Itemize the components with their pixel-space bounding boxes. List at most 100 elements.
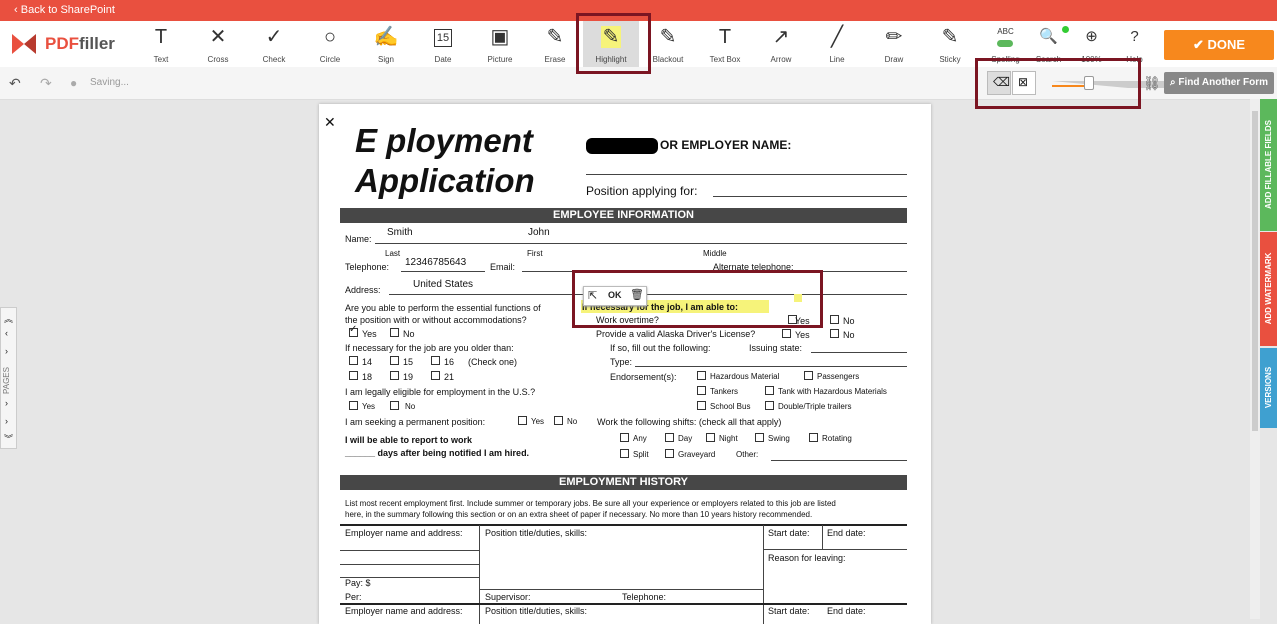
tool-text[interactable]: T Text xyxy=(133,21,189,67)
age-21-checkbox[interactable] xyxy=(431,371,440,380)
tank-hazmat-checkbox[interactable] xyxy=(765,386,774,395)
end-date-label: End date: xyxy=(827,528,866,538)
telephone-field[interactable]: 12346785643 xyxy=(405,257,466,268)
toggle-switch[interactable] xyxy=(997,40,1013,47)
chevron-right-icon[interactable]: › xyxy=(5,346,8,356)
chevron-left-icon: ‹ xyxy=(14,4,21,16)
shift-night-label: Night xyxy=(719,434,738,443)
redo-icon[interactable]: ↷ xyxy=(40,75,52,92)
vertical-scrollbar[interactable] xyxy=(1250,99,1260,619)
textbox-icon: T xyxy=(718,26,732,48)
age-19-label: 19 xyxy=(403,372,414,382)
license-yes-checkbox[interactable] xyxy=(782,329,791,338)
chevron-up-icon[interactable]: ‹ xyxy=(5,328,8,338)
last-name-field[interactable]: Smith xyxy=(387,227,413,238)
position-title-label: Position title/duties, skills: xyxy=(485,528,588,538)
shift-rotating-checkbox[interactable] xyxy=(809,433,818,442)
eligible-yes-checkbox[interactable] xyxy=(349,401,358,410)
essential-no-checkbox[interactable] xyxy=(390,328,399,337)
double-triple-checkbox[interactable] xyxy=(765,401,774,410)
tool-label: Date xyxy=(434,55,452,64)
draw-icon: ✏ xyxy=(885,26,903,48)
permanent-yes-checkbox[interactable] xyxy=(518,416,527,425)
passengers-checkbox[interactable] xyxy=(804,371,813,380)
pay-label: Pay: $ xyxy=(345,578,371,588)
back-to-sharepoint-link[interactable]: ‹ Back to SharePoint xyxy=(14,4,115,16)
logo-filler: filler xyxy=(79,34,115,53)
tool-cross[interactable]: ✕ Cross xyxy=(190,21,246,67)
address-field[interactable]: United States xyxy=(413,279,473,290)
pdffiller-logo[interactable]: PDFfiller xyxy=(12,32,122,58)
chevron-down-icon[interactable]: › xyxy=(5,416,8,426)
yes-label: Yes xyxy=(795,330,810,340)
link-icon[interactable]: ⛓ xyxy=(1143,75,1161,92)
tool-line[interactable]: ╱ Line xyxy=(809,21,865,67)
close-icon[interactable]: ✕ xyxy=(324,114,336,131)
start-date-label: Start date: xyxy=(768,528,810,538)
school-bus-checkbox[interactable] xyxy=(697,401,706,410)
tool-arrow[interactable]: ↗ Arrow xyxy=(753,21,809,67)
tool-label: Check xyxy=(262,55,286,64)
chevron-right-icon[interactable]: › xyxy=(5,398,8,408)
tool-picture[interactable]: ▣ Picture xyxy=(472,21,528,67)
supervisor-label: Supervisor: xyxy=(485,592,531,602)
tool-label: Text xyxy=(153,55,169,64)
shift-night-checkbox[interactable] xyxy=(706,433,715,442)
tankers-checkbox[interactable] xyxy=(697,386,706,395)
tool-check[interactable]: ✓ Check xyxy=(246,21,302,67)
tool-erase[interactable]: ✎ Erase xyxy=(527,21,583,67)
double-chevron-up-icon[interactable]: ︽ xyxy=(4,312,13,325)
age-19-checkbox[interactable] xyxy=(390,371,399,380)
zoom-icon: ⊕ xyxy=(1085,28,1098,45)
age-18-checkbox[interactable] xyxy=(349,371,358,380)
overtime-no-checkbox[interactable] xyxy=(830,315,839,324)
side-tab-add-fillable-fields[interactable]: ADD FILLABLE FIELDS xyxy=(1260,99,1277,231)
double-chevron-down-icon[interactable]: ︾ xyxy=(4,432,13,445)
age-15-checkbox[interactable] xyxy=(390,356,399,365)
age-14-checkbox[interactable] xyxy=(349,356,358,365)
blackout-annotation[interactable] xyxy=(586,138,658,154)
no-label: No xyxy=(405,402,416,411)
employer-name-label: OR EMPLOYER NAME: xyxy=(660,138,792,152)
middle-caption: Middle xyxy=(703,249,727,258)
permanent-no-checkbox[interactable] xyxy=(554,416,563,425)
shift-graveyard-checkbox[interactable] xyxy=(665,449,674,458)
essential-yes-checkbox[interactable]: ✓ xyxy=(349,324,358,337)
age-16-checkbox[interactable] xyxy=(431,356,440,365)
picture-icon: ▣ xyxy=(490,26,510,48)
no-label: No xyxy=(567,417,578,426)
hazmat-label: Hazardous Material xyxy=(710,372,780,381)
erase-icon: ✎ xyxy=(546,26,564,48)
pdf-page[interactable]: ✕ E ployment Application OR EMPLOYER NAM… xyxy=(319,104,931,624)
pages-panel-toggle[interactable]: ︽ ‹ › PAGES › › ︾ xyxy=(0,307,17,449)
shift-any-checkbox[interactable] xyxy=(620,433,629,442)
license-no-checkbox[interactable] xyxy=(830,329,839,338)
tool-circle[interactable]: ○ Circle xyxy=(302,21,358,67)
shifts-question: Work the following shifts: (check all th… xyxy=(597,417,782,427)
no-label: No xyxy=(843,330,855,340)
first-name-field[interactable]: John xyxy=(528,227,550,238)
tool-draw[interactable]: ✏ Draw xyxy=(866,21,922,67)
tool-sign[interactable]: ✍ Sign xyxy=(358,21,414,67)
shift-day-label: Day xyxy=(678,434,693,443)
shift-split-checkbox[interactable] xyxy=(620,449,629,458)
undo-icon[interactable]: ↶ xyxy=(9,75,21,92)
done-button[interactable]: ✔ DONE xyxy=(1164,30,1274,60)
logo-pdf: PDF xyxy=(45,34,79,53)
find-another-form-button[interactable]: ⌕ Find Another Form xyxy=(1164,72,1274,94)
shift-day-checkbox[interactable] xyxy=(665,433,674,442)
age-18-label: 18 xyxy=(362,372,373,382)
yes-label: Yes xyxy=(531,417,545,426)
side-tab-add-watermark[interactable]: ADD WATERMARK xyxy=(1260,232,1277,346)
tool-sticky[interactable]: ✎ Sticky xyxy=(922,21,978,67)
tool-textbox[interactable]: T Text Box xyxy=(697,21,753,67)
cross-icon: ✕ xyxy=(209,26,227,48)
side-tab-versions[interactable]: VERSIONS xyxy=(1260,348,1277,428)
scrollbar-thumb[interactable] xyxy=(1252,111,1258,431)
shift-swing-checkbox[interactable] xyxy=(755,433,764,442)
tool-date[interactable]: 15 Date xyxy=(415,21,471,67)
essential-functions-question-2: the position with or without accommodati… xyxy=(345,315,527,325)
hazmat-checkbox[interactable] xyxy=(697,371,706,380)
logo-icon-part xyxy=(24,34,36,54)
eligible-no-checkbox[interactable] xyxy=(390,401,399,410)
